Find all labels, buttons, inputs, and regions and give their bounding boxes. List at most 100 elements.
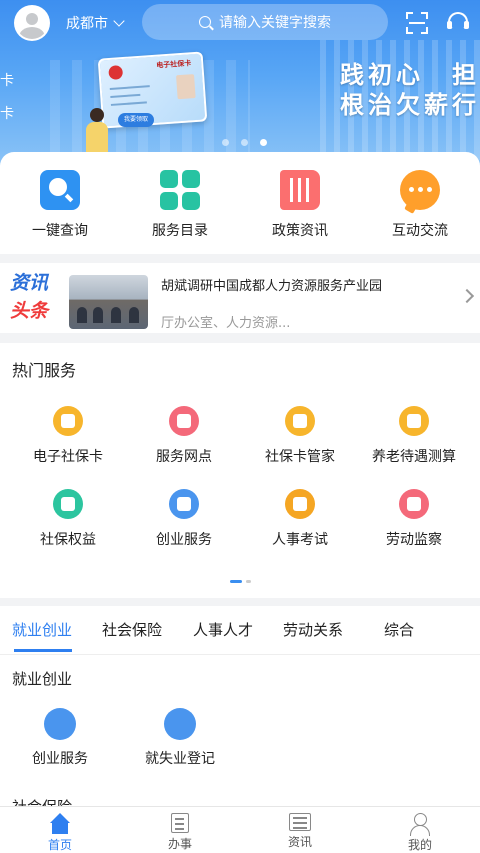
news-title[interactable]: 胡斌调研中国成都人力资源服务产业园 xyxy=(161,275,382,294)
news-subtitle: 厅办公室、人力资源... xyxy=(161,316,291,331)
card-photo xyxy=(176,74,196,100)
card-logo-icon xyxy=(108,65,124,80)
card-claim-button[interactable]: 我要领取 xyxy=(118,113,154,127)
service-item-pension-calc[interactable]: 养老待遇测算 xyxy=(354,406,474,466)
nav-home[interactable]: 首页 xyxy=(0,807,120,853)
service-item-startup[interactable]: 创业服务 xyxy=(124,489,244,549)
id-card-icon xyxy=(53,406,83,436)
service-label: 服务网点 xyxy=(156,449,212,465)
pager-dot-active xyxy=(230,580,242,583)
hot-services-title: 热门服务 xyxy=(12,361,77,380)
quick-item-query[interactable]: 一键查询 xyxy=(0,170,120,240)
nav-profile[interactable]: 我的 xyxy=(360,807,480,853)
news-tag: 资讯 头条 xyxy=(10,269,48,325)
card-line xyxy=(110,93,141,98)
pager-dot xyxy=(246,580,251,583)
nav-news[interactable]: 资讯 xyxy=(240,807,360,853)
quick-item-policy[interactable]: 政策资讯 xyxy=(240,170,360,240)
service-label: 社保权益 xyxy=(40,532,96,548)
tab-indicator xyxy=(14,649,72,652)
quick-item-catalog[interactable]: 服务目录 xyxy=(120,170,240,240)
scan-icon[interactable] xyxy=(406,12,428,34)
location-icon xyxy=(169,406,199,436)
nav-label: 资讯 xyxy=(287,835,312,849)
quick-menu: 一键查询 服务目录 政策资讯 互动交流 xyxy=(0,170,480,240)
news-tag-line2: 头条 xyxy=(10,300,49,322)
service-label: 养老待遇测算 xyxy=(372,449,456,465)
card-line xyxy=(110,101,147,106)
tab-social-insurance[interactable]: 社会保险 xyxy=(102,619,162,640)
news-tag-line1: 资讯 xyxy=(10,272,49,294)
briefcase-icon xyxy=(164,708,196,740)
service-label: 电子社保卡 xyxy=(33,449,103,465)
banner-left-text: 卡 xyxy=(0,73,14,89)
card-manager-icon xyxy=(285,406,315,436)
person-illustration xyxy=(82,108,112,158)
card-line xyxy=(109,85,150,90)
nav-label: 我的 xyxy=(407,838,432,852)
city-selector[interactable]: 成都市 xyxy=(66,13,125,33)
avatar[interactable] xyxy=(14,5,50,41)
chat-icon xyxy=(400,170,440,210)
quick-item-chat[interactable]: 互动交流 xyxy=(360,170,480,240)
document-icon xyxy=(171,813,189,833)
search-icon xyxy=(40,170,80,210)
exam-icon xyxy=(285,489,315,519)
tab-employment[interactable]: 就业创业 xyxy=(12,619,72,640)
service-item-exam[interactable]: 人事考试 xyxy=(240,489,360,549)
news-thumbnail xyxy=(69,275,148,329)
chevron-down-icon xyxy=(113,15,125,27)
nav-services[interactable]: 办事 xyxy=(120,807,240,853)
card-title: 电子社保卡 xyxy=(156,59,192,70)
section-item-label: 创业服务 xyxy=(32,751,88,767)
customer-service-icon[interactable] xyxy=(446,10,470,34)
service-label: 人事考试 xyxy=(272,532,328,548)
quick-item-label: 政策资讯 xyxy=(272,223,328,239)
section-item-label: 就失业登记 xyxy=(145,751,215,767)
section-item-registration[interactable]: 就失业登记 xyxy=(120,708,240,768)
divider xyxy=(0,654,480,655)
tab-personnel[interactable]: 人事人才 xyxy=(193,619,253,640)
services-pager xyxy=(230,580,251,583)
bottom-nav: 首页 办事 资讯 我的 xyxy=(0,806,480,853)
banner-left-text-2: 卡 xyxy=(0,106,14,122)
carousel-dot[interactable] xyxy=(241,139,248,146)
carousel-dots[interactable] xyxy=(222,139,267,146)
quick-item-label: 服务目录 xyxy=(152,223,208,239)
quick-item-label: 互动交流 xyxy=(392,223,448,239)
top-bar: 成都市 请输入关键字搜索 xyxy=(0,0,480,46)
search-icon xyxy=(199,16,211,28)
search-placeholder: 请输入关键字搜索 xyxy=(219,15,331,31)
carousel-dot[interactable] xyxy=(222,139,229,146)
section-title: 就业创业 xyxy=(12,670,73,688)
service-label: 劳动监察 xyxy=(386,532,442,548)
service-item-rights[interactable]: 社保权益 xyxy=(8,489,128,549)
service-item-inspection[interactable]: 劳动监察 xyxy=(354,489,474,549)
tie-icon xyxy=(44,708,76,740)
grid-icon xyxy=(160,170,200,210)
banner-slogan-line2: 根治欠薪行 xyxy=(340,90,480,119)
service-label: 创业服务 xyxy=(156,532,212,548)
service-item-card-manager[interactable]: 社保卡管家 xyxy=(240,406,360,466)
service-label: 社保卡管家 xyxy=(265,449,335,465)
nav-label: 首页 xyxy=(47,838,72,852)
profile-icon xyxy=(408,813,432,836)
book-icon xyxy=(280,170,320,210)
shield-icon xyxy=(53,489,83,519)
service-item-outlets[interactable]: 服务网点 xyxy=(124,406,244,466)
tab-general[interactable]: 综合 xyxy=(384,619,414,640)
tab-labor-relations[interactable]: 劳动关系 xyxy=(283,619,343,640)
box-icon xyxy=(399,406,429,436)
inspect-icon xyxy=(399,489,429,519)
nav-label: 办事 xyxy=(167,837,192,851)
city-label: 成都市 xyxy=(66,16,108,32)
news-icon xyxy=(289,813,311,831)
tie-icon xyxy=(169,489,199,519)
service-item-e-card[interactable]: 电子社保卡 xyxy=(8,406,128,466)
search-input[interactable]: 请输入关键字搜索 xyxy=(142,4,388,40)
section-item-startup[interactable]: 创业服务 xyxy=(0,708,120,768)
carousel-dot-active[interactable] xyxy=(260,139,267,146)
quick-item-label: 一键查询 xyxy=(32,223,88,239)
home-icon xyxy=(48,813,72,834)
hot-services-panel xyxy=(0,343,480,598)
